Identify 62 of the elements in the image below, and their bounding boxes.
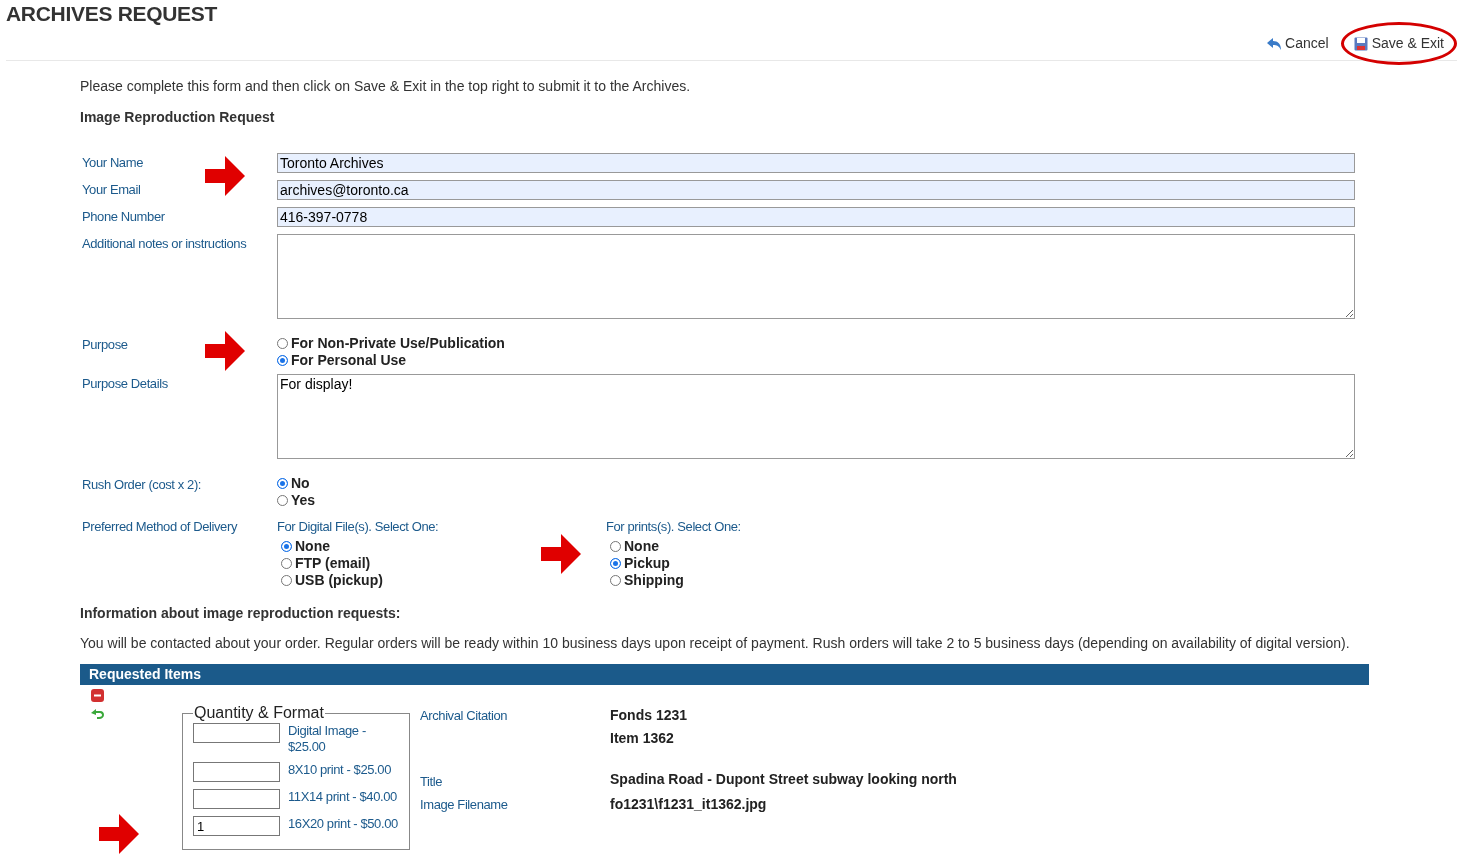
field-label: Preferred Method of Delivery [82, 519, 237, 534]
field-label: Your Email [82, 182, 141, 197]
format-label: Digital Image - $25.00 [288, 723, 367, 755]
radio-button[interactable] [610, 575, 621, 586]
radio-button[interactable] [281, 541, 292, 552]
text-input[interactable]: 416-397-0778 [277, 207, 1355, 227]
field-label: Purpose Details [82, 376, 168, 391]
quantity-input[interactable] [193, 723, 280, 743]
field-label: Phone Number [82, 209, 165, 224]
radio-button[interactable] [277, 338, 288, 349]
info-text: You will be contacted about your order. Regular orders will be ready within 10 business days upon receipt of payment. Rush orders will take 2 to 5 business days (depending on availability of digital version). [80, 634, 1351, 653]
format-label: 11X14 print - $40.00 [288, 789, 398, 805]
panel-legend: Quantity & Format [193, 705, 325, 721]
info-title: Information about image reproduction requests: [80, 604, 402, 623]
detail-value: Fonds 1231 [610, 706, 688, 725]
option-label: For Personal Use [291, 351, 407, 370]
save-exit-button[interactable]: Save & Exit [1349, 31, 1448, 56]
text-input[interactable]: archives@toronto.ca [277, 180, 1355, 200]
detail-value: Item 1362 [610, 729, 675, 748]
format-label: 16X20 print - $50.00 [288, 816, 399, 832]
page-title: ARCHIVES REQUEST [6, 1, 219, 27]
option-label: Pickup [624, 554, 670, 573]
group-title: For Digital File(s). Select One: [277, 518, 440, 536]
field-label: Purpose [82, 337, 128, 352]
radio-button[interactable] [610, 541, 621, 552]
section-header: Requested Items [80, 664, 1369, 685]
detail-label: Title [420, 774, 443, 789]
option-label: Yes [291, 491, 316, 510]
text-area[interactable] [277, 234, 1355, 319]
field-label: Rush Order (cost x 2): [82, 477, 202, 492]
intro-text: Please complete this form and then click on Save & Exit in the top right to submit it to the Archives. [80, 77, 692, 96]
radio-button[interactable] [610, 558, 621, 569]
option-label: None [624, 537, 659, 556]
option-label: No [291, 474, 310, 493]
option-label: FTP (email) [295, 554, 371, 573]
radio-button[interactable] [277, 478, 288, 489]
quantity-input[interactable]: 1 [193, 816, 280, 836]
field-label: Your Name [82, 155, 143, 170]
radio-button[interactable] [277, 495, 288, 506]
text-input[interactable]: Toronto Archives [277, 153, 1355, 173]
detail-label: Image Filename [420, 797, 508, 812]
option-label: Shipping [624, 571, 684, 590]
cancel-button[interactable]: Cancel [1263, 31, 1333, 56]
option-label: For Non-Private Use/Publication [291, 334, 505, 353]
detail-value: fo1231\f1231_it1362.jpg [610, 795, 767, 814]
quantity-input[interactable] [193, 789, 280, 809]
text-area[interactable]: For display! [277, 374, 1355, 459]
remove-icon[interactable] [91, 689, 104, 702]
return-arrow-icon[interactable] [91, 706, 104, 719]
field-label: Additional notes or instructions [82, 236, 247, 251]
section-title: Image Reproduction Request [80, 108, 276, 127]
format-label: 8X10 print - $25.00 [288, 762, 392, 778]
detail-label: Archival Citation [420, 708, 508, 723]
option-label: None [295, 537, 330, 556]
radio-button[interactable] [281, 558, 292, 569]
radio-button[interactable] [277, 355, 288, 366]
radio-button[interactable] [281, 575, 292, 586]
option-label: USB (pickup) [295, 571, 383, 590]
undo-arrow-icon [1267, 37, 1282, 50]
quantity-input[interactable] [193, 762, 280, 782]
group-title: For prints(s). Select One: [606, 518, 742, 536]
detail-value: Spadina Road - Dupont Street subway looking north [610, 770, 957, 789]
